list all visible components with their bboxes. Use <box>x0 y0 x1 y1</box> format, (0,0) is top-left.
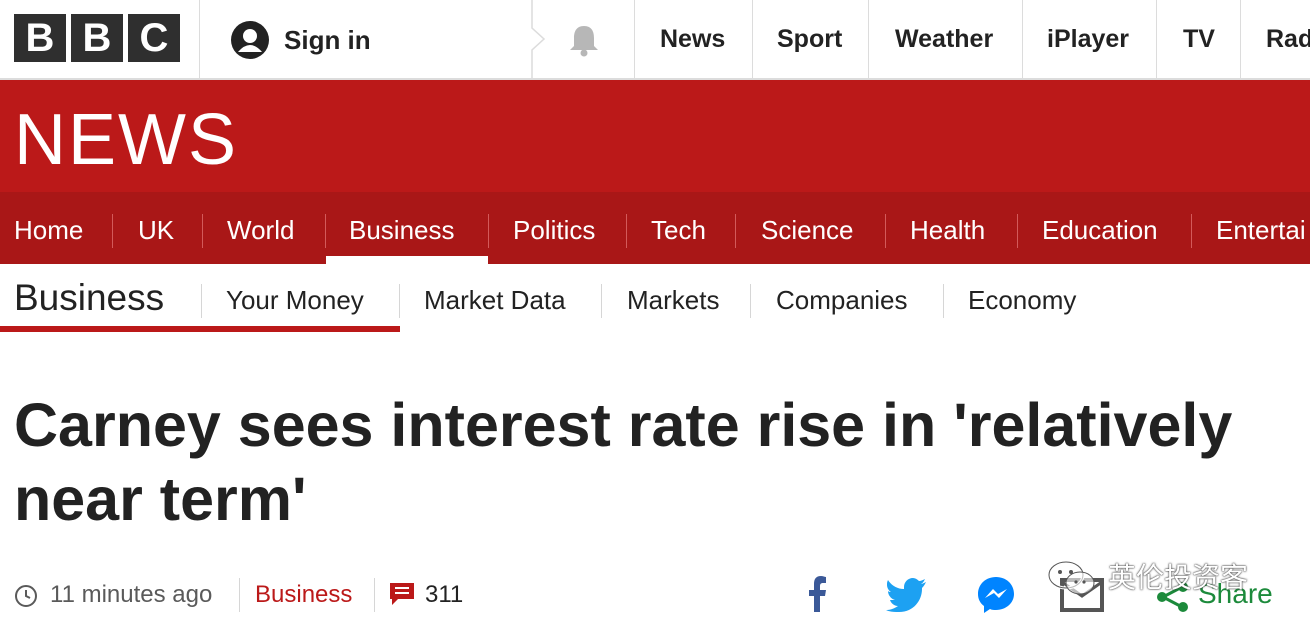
section-nav-uk[interactable]: UK <box>138 192 174 264</box>
topbar-divider <box>1156 0 1157 78</box>
subnav-title[interactable]: Business <box>14 276 164 320</box>
account-icon <box>231 21 269 59</box>
section-nav-divider <box>325 214 326 248</box>
topnav-iplayer[interactable]: iPlayer <box>1047 0 1129 78</box>
article-section-link[interactable]: Business <box>255 580 352 610</box>
sign-in-label: Sign in <box>284 24 371 55</box>
section-nav-education[interactable]: Education <box>1042 192 1158 264</box>
bbc-top-bar: B B C Sign in News Sport Weather iPlayer… <box>0 0 1310 80</box>
bbc-logo-letter: B <box>14 14 66 62</box>
section-nav-divider <box>202 214 203 248</box>
wechat-icon <box>1047 560 1095 595</box>
comments-count[interactable]: 311 <box>425 580 463 610</box>
section-nav-divider <box>1191 214 1192 248</box>
clock-icon <box>15 585 37 607</box>
section-nav: Home UK World Business Politics Tech Sci… <box>0 192 1310 264</box>
subnav-divider <box>201 284 202 318</box>
topbar-divider <box>1022 0 1023 78</box>
article-timestamp: 11 minutes ago <box>50 581 213 608</box>
bbc-logo-letter: C <box>128 14 180 62</box>
bbc-logo-letter: B <box>71 14 123 62</box>
bbc-logo[interactable]: B B C <box>14 14 180 62</box>
section-nav-entertainment[interactable]: Entertai <box>1216 192 1306 264</box>
subnav-your-money[interactable]: Your Money <box>226 282 364 318</box>
section-nav-science[interactable]: Science <box>761 192 854 264</box>
subnav-markets[interactable]: Markets <box>627 282 719 318</box>
section-nav-world[interactable]: World <box>227 192 294 264</box>
topnav-sport[interactable]: Sport <box>777 0 842 78</box>
facebook-icon[interactable] <box>806 576 828 612</box>
section-nav-divider <box>112 214 113 248</box>
notifications-bell-icon[interactable] <box>564 20 604 60</box>
sign-in-button[interactable]: Sign in <box>230 20 371 60</box>
topnav-weather[interactable]: Weather <box>895 0 993 78</box>
subnav-market-data[interactable]: Market Data <box>424 282 566 318</box>
section-nav-politics[interactable]: Politics <box>513 192 595 264</box>
subnav-title-underline <box>0 326 400 332</box>
subnav-divider <box>943 284 944 318</box>
section-nav-active-indicator <box>326 256 488 264</box>
section-nav-home[interactable]: Home <box>14 192 83 264</box>
watermark-text: 英伦投资客 <box>1108 562 1249 593</box>
messenger-icon[interactable] <box>977 576 1015 614</box>
meta-divider <box>239 578 240 612</box>
topnav-news[interactable]: News <box>660 0 725 78</box>
news-logo[interactable]: NEWS <box>14 104 238 176</box>
topbar-chevron-divider <box>531 0 546 78</box>
subnav-economy[interactable]: Economy <box>968 282 1076 318</box>
section-nav-divider <box>626 214 627 248</box>
subnav-companies[interactable]: Companies <box>776 282 908 318</box>
topbar-divider <box>752 0 753 78</box>
section-nav-health[interactable]: Health <box>910 192 985 264</box>
topnav-tv[interactable]: TV <box>1183 0 1215 78</box>
article-headline: Carney sees interest rate rise in 'relat… <box>14 391 1233 533</box>
subnav-divider <box>601 284 602 318</box>
subnav-divider <box>399 284 400 318</box>
subnav-divider <box>750 284 751 318</box>
section-nav-divider <box>885 214 886 248</box>
topnav-radio[interactable]: Rad <box>1266 0 1310 78</box>
section-nav-divider <box>1017 214 1018 248</box>
twitter-icon[interactable] <box>886 578 926 612</box>
section-nav-business[interactable]: Business <box>349 192 455 264</box>
comments-icon[interactable] <box>389 581 415 607</box>
topbar-divider <box>1240 0 1241 78</box>
topbar-divider <box>868 0 869 78</box>
meta-divider <box>374 578 375 612</box>
section-nav-tech[interactable]: Tech <box>651 192 706 264</box>
section-nav-divider <box>735 214 736 248</box>
section-nav-divider <box>488 214 489 248</box>
topbar-divider <box>199 0 200 78</box>
topbar-divider <box>634 0 635 78</box>
